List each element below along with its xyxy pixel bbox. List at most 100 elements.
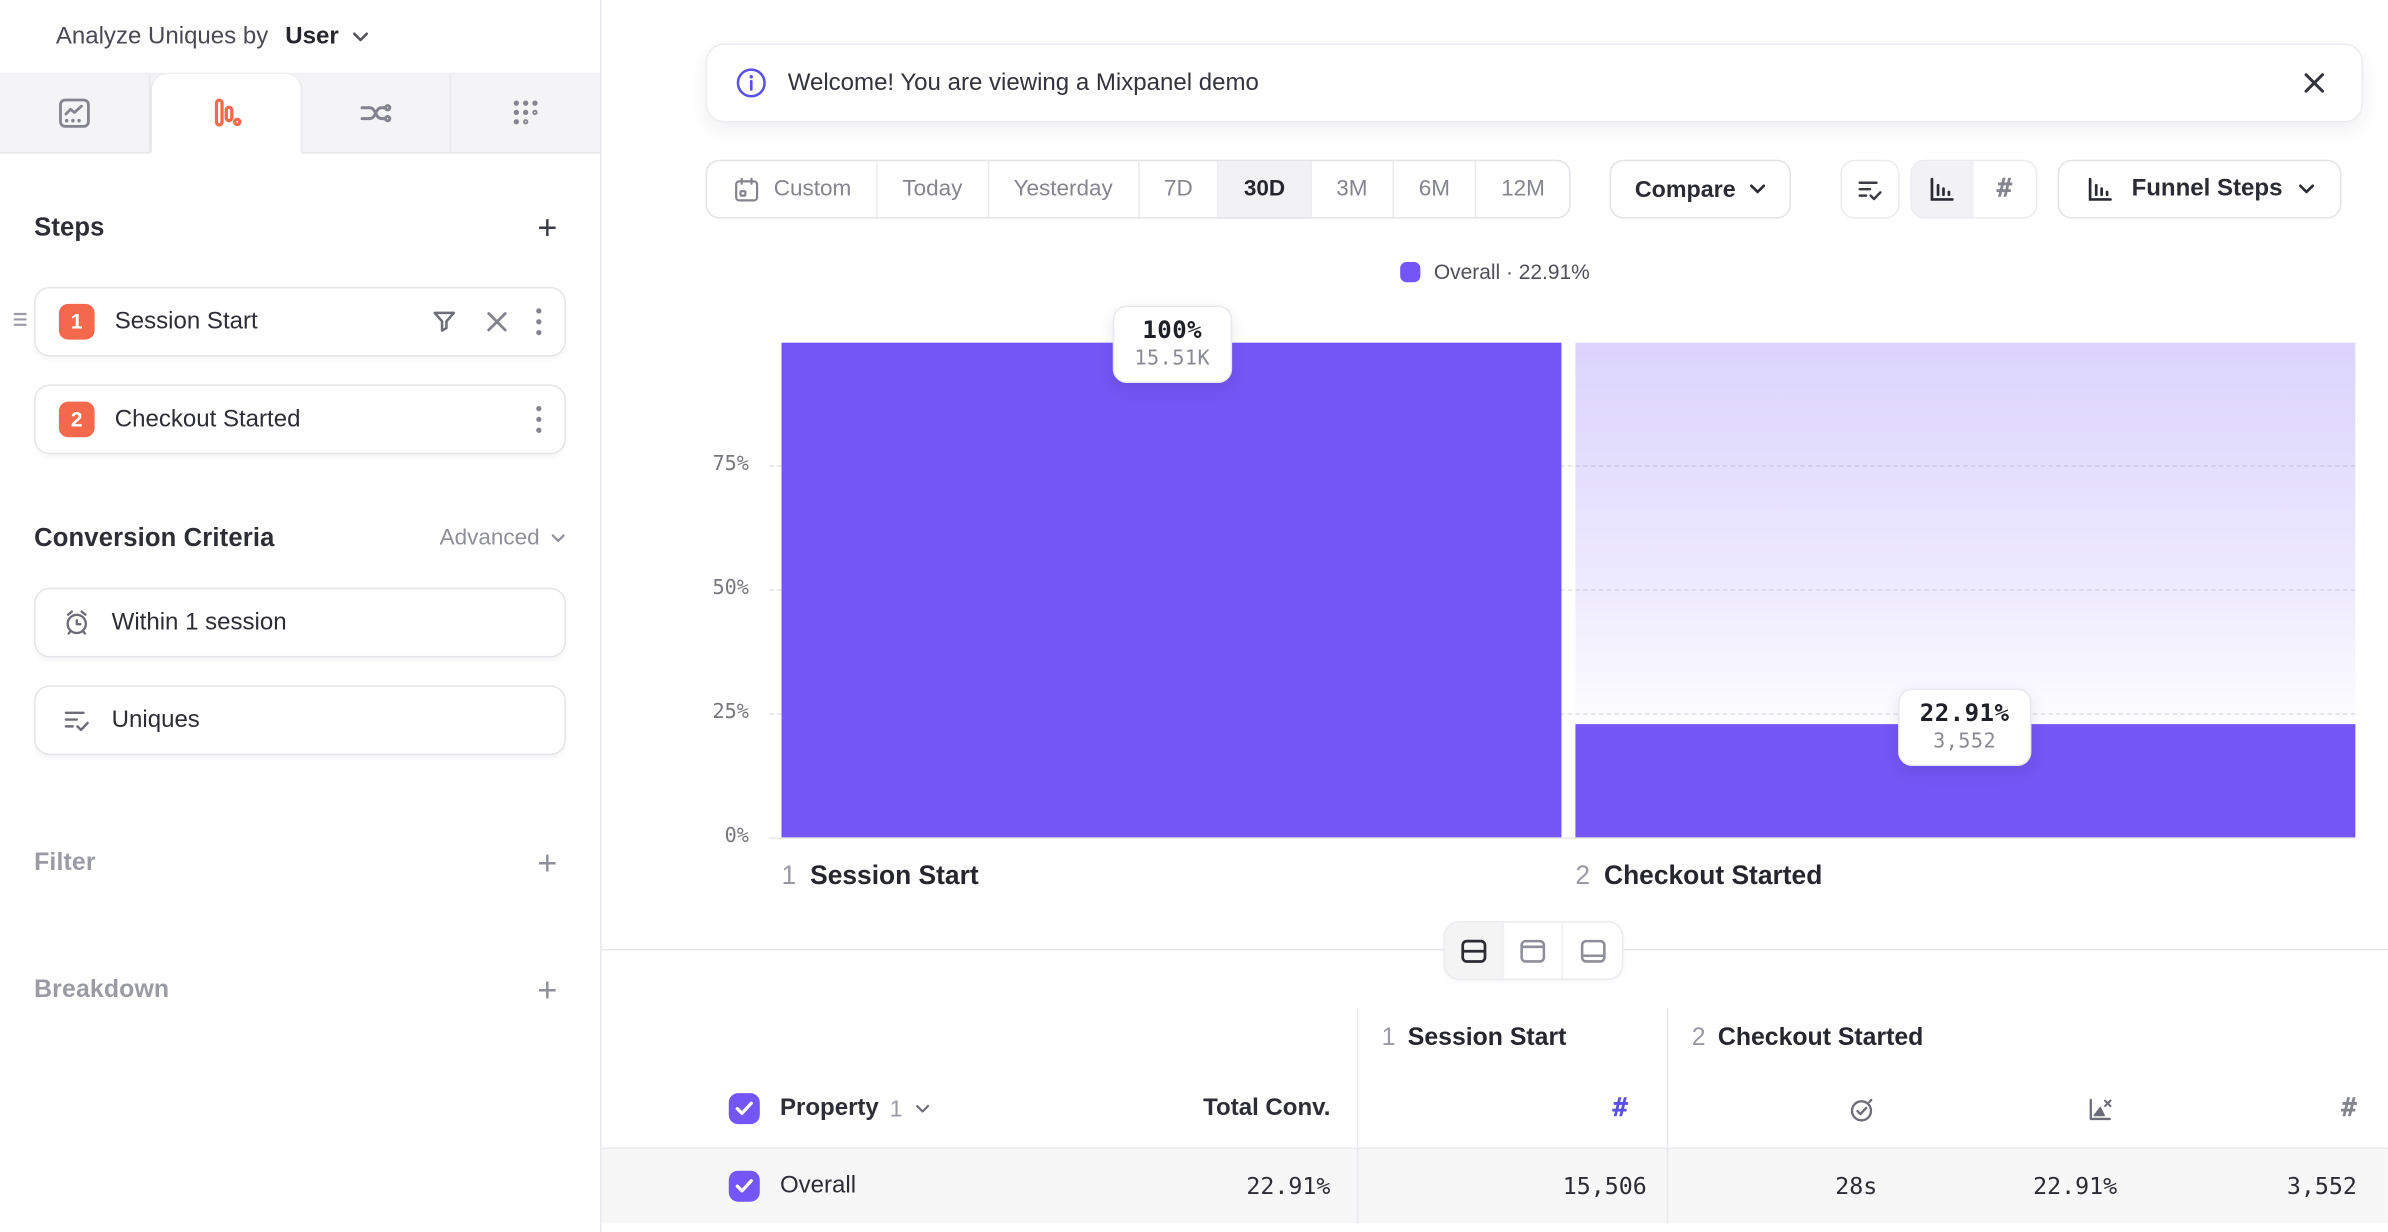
- date-option-yesterday[interactable]: Yesterday: [989, 161, 1139, 217]
- step-card-1[interactable]: 1 Session Start: [34, 287, 566, 357]
- legend-swatch: [1400, 262, 1420, 282]
- chart-table-divider: [602, 949, 2388, 1008]
- date-option-custom[interactable]: Custom: [707, 161, 878, 217]
- layout-split-selected[interactable]: [1445, 923, 1504, 979]
- list-check-icon: [60, 704, 93, 737]
- conversion-rate-chart-icon[interactable]: [2085, 1092, 2118, 1125]
- chart-controls-row: Custom Today Yesterday 7D 30D 3M 6M 12M …: [602, 160, 2388, 219]
- property-number: 1: [890, 1095, 903, 1121]
- report-type-tabs: [0, 73, 600, 154]
- table-metric-header-row: Property 1 Total Conv. #: [602, 1070, 2388, 1148]
- row-checkbox[interactable]: [729, 1171, 760, 1202]
- add-step-button[interactable]: +: [529, 209, 566, 246]
- date-option-12m[interactable]: 12M: [1476, 161, 1569, 217]
- step-kebab-icon[interactable]: [535, 405, 543, 434]
- add-breakdown-button[interactable]: +: [529, 972, 566, 1009]
- tooltip-count: 3,552: [1920, 730, 2010, 753]
- funnel-icon: [207, 95, 244, 132]
- chart-type-bars-selected[interactable]: [1911, 161, 1973, 217]
- y-tick-0: 0%: [602, 825, 749, 848]
- table-row-overall[interactable]: Overall 22.91% 15,506 28s 22.91% 3,552: [602, 1147, 2388, 1223]
- date-option-30d-selected[interactable]: 30D: [1219, 161, 1311, 217]
- view-controls: # Funnel Steps: [1840, 160, 2341, 219]
- step-filter-icon[interactable]: [430, 307, 459, 336]
- date-option-7d[interactable]: 7D: [1139, 161, 1219, 217]
- funnel-bar-session-start[interactable]: [782, 343, 1562, 838]
- tab-flows[interactable]: [302, 74, 452, 152]
- funnel-steps-icon: [2083, 173, 2116, 206]
- legend-label: Overall · 22.91%: [1434, 261, 1590, 284]
- step-card-2[interactable]: 2 Checkout Started: [34, 385, 566, 455]
- counting-method-card[interactable]: Uniques: [34, 685, 566, 755]
- legend-overall[interactable]: Overall · 22.91%: [602, 261, 2388, 284]
- breakdown-table: 1 Session Start 2 Checkout Started: [602, 1008, 2388, 1224]
- insights-icon: [56, 95, 93, 132]
- date-range-picker: Custom Today Yesterday 7D 30D 3M 6M 12M: [706, 160, 1572, 219]
- y-tick-75: 75%: [602, 453, 749, 476]
- property-dropdown[interactable]: Property: [780, 1095, 879, 1123]
- split-top-icon: [1516, 934, 1549, 967]
- filter-title: Filter: [34, 850, 96, 878]
- session-start-count: 15,506: [1563, 1172, 1667, 1200]
- conversion-window-label: Within 1 session: [112, 609, 287, 637]
- counting-method-label: Uniques: [112, 706, 200, 734]
- tooltip-percent: 100%: [1134, 316, 1210, 344]
- split-half-icon: [1458, 934, 1491, 967]
- step-number-badge: 2: [59, 402, 95, 438]
- step-label[interactable]: Checkout Started: [115, 405, 301, 433]
- metrics-list-icon[interactable]: [1840, 160, 1899, 219]
- sidebar-body: Steps + 1 Session Start: [0, 209, 600, 1009]
- tooltip-step-1: 100% 15.51K: [1113, 305, 1232, 383]
- step-label[interactable]: Session Start: [115, 308, 258, 336]
- y-tick-25: 25%: [602, 701, 749, 724]
- conv-rate-value: 22.91%: [2033, 1172, 2117, 1200]
- analyze-header: Analyze Uniques by User: [0, 0, 600, 73]
- y-tick-50: 50%: [602, 577, 749, 600]
- conversion-criteria-title: Conversion Criteria: [34, 523, 274, 552]
- chevron-down-icon[interactable]: [915, 1103, 931, 1114]
- chart-type-numbers[interactable]: #: [1973, 161, 2035, 217]
- compare-button[interactable]: Compare: [1610, 160, 1791, 219]
- x-label-step-2: 2 Checkout Started: [1575, 861, 1822, 892]
- funnel-steps-dropdown[interactable]: Funnel Steps: [2057, 160, 2341, 219]
- column-header-session-start: 1 Session Start: [1358, 1025, 1566, 1053]
- avg-time-metric-icon[interactable]: [1845, 1092, 1878, 1125]
- select-all-checkbox[interactable]: [729, 1093, 760, 1124]
- tab-funnels[interactable]: [150, 74, 302, 153]
- banner-close-icon[interactable]: [2295, 64, 2334, 103]
- steps-title: Steps: [34, 213, 104, 242]
- funnel-chart: Overall · 22.91% 75% 50% 25% 0% 100% 15.…: [602, 233, 2388, 949]
- step-kebab-icon[interactable]: [535, 307, 543, 336]
- layout-chart-focus[interactable]: [1504, 923, 1563, 979]
- conversion-criteria-header: Conversion Criteria Advanced: [34, 519, 566, 556]
- tab-insights[interactable]: [0, 74, 150, 152]
- retention-icon: [507, 95, 544, 132]
- total-conv-header: Total Conv.: [1203, 1095, 1330, 1123]
- date-option-today[interactable]: Today: [878, 161, 989, 217]
- table-step-header-row: 1 Session Start 2 Checkout Started: [602, 1008, 2388, 1070]
- column-header-checkout-started: 2 Checkout Started: [1668, 1025, 1923, 1053]
- count-metric-icon-selected[interactable]: #: [1612, 1093, 1667, 1124]
- drag-handle-icon[interactable]: [11, 309, 30, 331]
- conversion-window-card[interactable]: Within 1 session: [34, 588, 566, 658]
- tooltip-count: 15.51K: [1134, 347, 1210, 370]
- tab-retention[interactable]: [452, 74, 600, 152]
- info-icon: [735, 67, 768, 100]
- analyze-value-dropdown[interactable]: User: [285, 22, 338, 50]
- filter-section-header: Filter +: [34, 845, 566, 882]
- chevron-down-icon[interactable]: [353, 30, 370, 42]
- advanced-dropdown[interactable]: Advanced: [440, 526, 566, 551]
- add-filter-button[interactable]: +: [529, 845, 566, 882]
- breakdown-section-header: Breakdown +: [34, 972, 566, 1009]
- panel-layout-toggle: [1444, 921, 1624, 980]
- sidebar: Analyze Uniques by User: [0, 0, 602, 1232]
- date-option-3m[interactable]: 3M: [1311, 161, 1393, 217]
- date-option-6m[interactable]: 6M: [1394, 161, 1476, 217]
- alarm-clock-icon: [60, 606, 93, 639]
- step-number-badge: 1: [59, 304, 95, 340]
- axis-baseline: [769, 837, 2355, 839]
- step-remove-icon[interactable]: [484, 309, 510, 335]
- count-metric-icon[interactable]: #: [2341, 1093, 2357, 1124]
- layout-table-focus[interactable]: [1563, 923, 1622, 979]
- steps-section-header: Steps +: [34, 209, 566, 246]
